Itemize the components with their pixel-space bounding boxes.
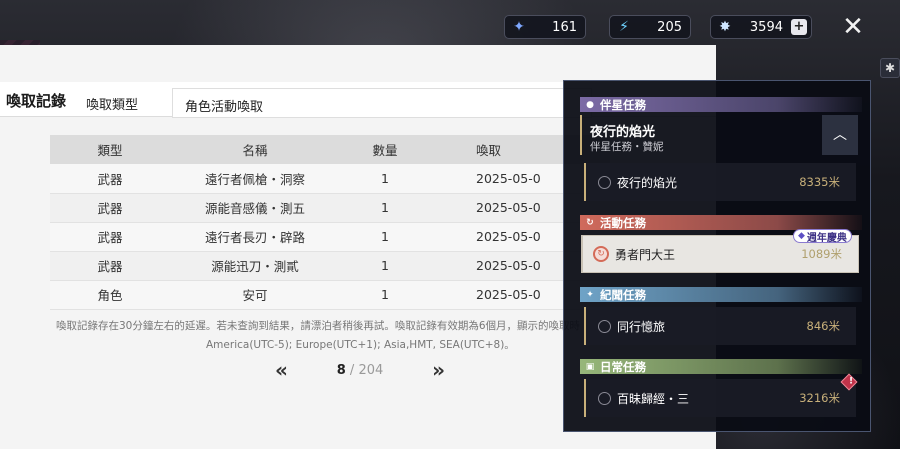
sparkle-crystal-icon: ✸ bbox=[719, 19, 731, 35]
table-row: 角色 安可 1 2025-05-0 bbox=[50, 280, 610, 310]
quest-distance: 3216米 bbox=[799, 391, 840, 405]
quest-item-record[interactable]: 同行憶旅 846米 bbox=[584, 307, 856, 345]
quest-distance: 8335米 bbox=[799, 175, 840, 189]
total-pages: 204 bbox=[358, 362, 384, 378]
event-quest-icon: ↻ bbox=[593, 246, 609, 262]
table-row: 武器 源能音感儀・測五 1 2025-05-0 bbox=[50, 193, 610, 223]
notice-line-1: 喚取記錄存在30分鐘左右的延遲。若未查詢到結果，請漂泊者稍後再試。喚取記錄有效期… bbox=[56, 320, 581, 332]
page-title: 喚取記錄 bbox=[6, 92, 67, 110]
cell-name-highlighted: 安可 bbox=[170, 280, 340, 310]
page-separator: / bbox=[345, 362, 359, 378]
quest-status-icon bbox=[598, 319, 611, 333]
record-notice: 喚取記錄存在30分鐘左右的延遲。若未查詢到結果，請漂泊者稍後再試。喚取記錄有效期… bbox=[56, 317, 596, 355]
lightning-crystal-icon: ⚡ bbox=[619, 19, 629, 35]
cell-type: 武器 bbox=[50, 222, 170, 252]
map-marker-icon[interactable]: ✱ bbox=[880, 58, 900, 78]
quest-header-companion[interactable]: 夜行的焰光 伴星任務・贊妮 ︿ bbox=[580, 115, 862, 155]
category-companion-quest: ● 伴星任務 bbox=[580, 97, 862, 112]
star-crystal-icon: ✦ bbox=[513, 19, 525, 35]
category-label: 活動任務 bbox=[600, 215, 646, 230]
cell-type: 角色 bbox=[50, 280, 170, 310]
cell-type: 武器 bbox=[50, 251, 170, 281]
person-icon: ● bbox=[586, 99, 594, 110]
quest-subtitle: 伴星任務・贊妮 bbox=[590, 141, 664, 153]
currency-value: 3594 bbox=[749, 19, 783, 35]
anniversary-icon: ◆ bbox=[798, 231, 805, 241]
quest-title: 夜行的焰光 bbox=[590, 125, 656, 140]
quest-name: 百昧歸經・三 bbox=[617, 391, 690, 406]
close-icon[interactable]: ✕ bbox=[838, 12, 868, 42]
table-row: 武器 遠行者長刃・辟路 1 2025-05-0 bbox=[50, 222, 610, 252]
currency-value: 161 bbox=[552, 19, 577, 35]
quest-status-icon bbox=[598, 391, 611, 405]
event-icon: ↻ bbox=[586, 217, 594, 228]
quest-name: 夜行的焰光 bbox=[617, 175, 678, 190]
cell-name: 遠行者佩槍・洞察 bbox=[170, 164, 340, 194]
quest-distance: 846米 bbox=[806, 319, 840, 333]
filter-label: 喚取類型 bbox=[86, 98, 139, 113]
next-page-button[interactable]: » bbox=[432, 360, 445, 380]
category-daily-quest: ▣ 日常任務 bbox=[580, 359, 862, 374]
sparkle-icon: ✦ bbox=[586, 289, 594, 300]
cell-quantity: 1 bbox=[340, 280, 430, 310]
cell-name: 源能迅刀・測貳 bbox=[170, 251, 340, 281]
cell-quantity: 1 bbox=[340, 193, 430, 223]
anniversary-badge: ◆ 週年慶典 bbox=[793, 229, 852, 244]
quest-name: 同行憶旅 bbox=[617, 319, 666, 334]
chevron-up-icon[interactable]: ︿ bbox=[822, 115, 858, 155]
table-row: 武器 遠行者佩槍・洞察 1 2025-05-0 bbox=[50, 164, 610, 194]
cell-name: 源能音感儀・測五 bbox=[170, 193, 340, 223]
page-indicator: 8 / 204 bbox=[337, 363, 384, 378]
table-row: 武器 源能迅刀・測貳 1 2025-05-0 bbox=[50, 251, 610, 281]
table-header-row: 類型 名稱 數量 喚取 bbox=[50, 135, 610, 164]
pagination: « 8 / 204 » bbox=[275, 360, 445, 380]
cell-quantity: 1 bbox=[340, 222, 430, 252]
summon-type-select[interactable]: 角色活動喚取 bbox=[172, 88, 592, 118]
quest-name: 勇者門大王 bbox=[615, 247, 676, 262]
summon-record-table: 類型 名稱 數量 喚取 武器 遠行者佩槍・洞察 1 2025-05-0 武器 源… bbox=[50, 135, 610, 310]
category-label: 紀聞任務 bbox=[600, 287, 646, 302]
quest-item-companion[interactable]: 夜行的焰光 8335米 bbox=[584, 163, 856, 201]
column-header-type: 類型 bbox=[50, 135, 170, 164]
badge-label: 週年慶典 bbox=[806, 232, 847, 244]
notice-line-2: America(UTC-5); Europe(UTC+1); Asia,HMT,… bbox=[206, 339, 515, 351]
cell-quantity: 1 bbox=[340, 251, 430, 281]
quest-status-icon bbox=[598, 175, 611, 189]
category-record-quest: ✦ 紀聞任務 bbox=[580, 287, 862, 302]
category-label: 日常任務 bbox=[600, 359, 646, 374]
currency-value: 205 bbox=[657, 19, 682, 35]
cell-quantity: 1 bbox=[340, 164, 430, 194]
calendar-icon: ▣ bbox=[585, 361, 595, 372]
cell-name: 遠行者長刃・辟路 bbox=[170, 222, 340, 252]
add-currency-button[interactable]: + bbox=[791, 19, 807, 35]
prev-page-button[interactable]: « bbox=[275, 360, 288, 380]
currency-sparkle-crystal: ✸ 3594 + bbox=[710, 15, 812, 39]
currency-star-crystal: ✦ 161 bbox=[504, 15, 586, 39]
current-page: 8 bbox=[336, 362, 346, 378]
currency-lightning-crystal: ⚡ 205 bbox=[609, 15, 691, 39]
category-label: 伴星任務 bbox=[600, 97, 646, 112]
column-header-quantity: 數量 bbox=[340, 135, 430, 164]
quest-tracker-panel: ● 伴星任務 夜行的焰光 伴星任務・贊妮 ︿ 夜行的焰光 8335米 ↻ 活動任… bbox=[563, 80, 871, 432]
quest-item-daily[interactable]: 百昧歸經・三 3216米 bbox=[584, 379, 856, 417]
column-header-name: 名稱 bbox=[170, 135, 340, 164]
cell-type: 武器 bbox=[50, 164, 170, 194]
cell-type: 武器 bbox=[50, 193, 170, 223]
quest-distance: 1089米 bbox=[801, 247, 842, 261]
